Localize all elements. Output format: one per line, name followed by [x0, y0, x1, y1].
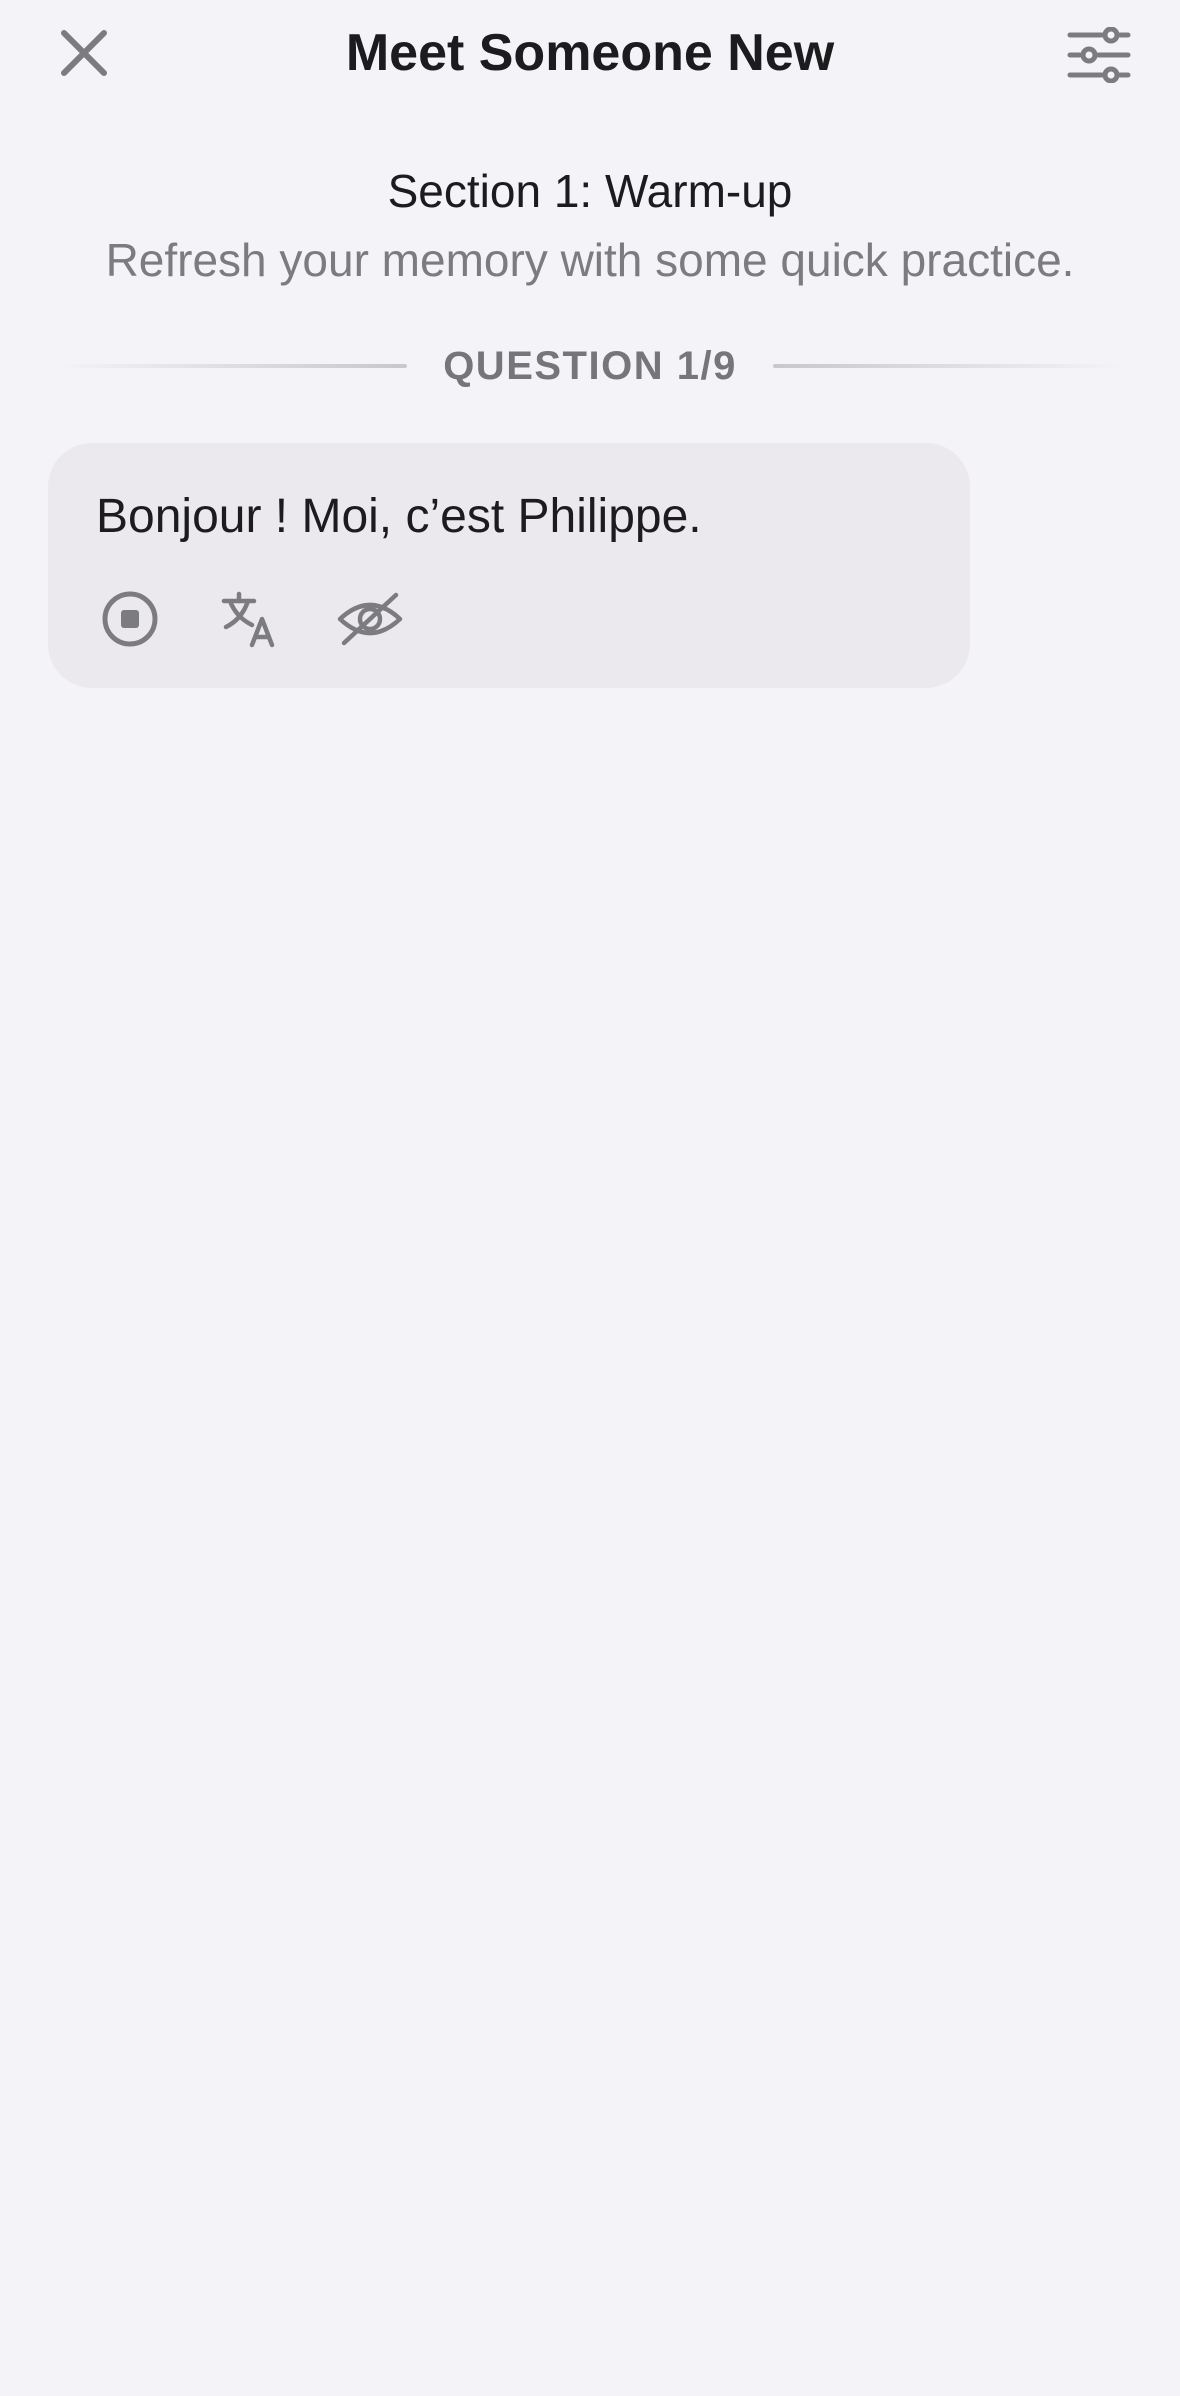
- divider-left: [56, 364, 408, 368]
- stop-icon: [102, 591, 158, 647]
- sliders-icon: [1067, 27, 1131, 83]
- stop-audio-button[interactable]: [92, 581, 168, 657]
- hide-text-button[interactable]: [332, 581, 408, 657]
- page-title: Meet Someone New: [345, 24, 835, 82]
- top-bar: Meet Someone New: [0, 0, 1180, 110]
- message-actions: [92, 581, 408, 657]
- section-subtitle: Refresh your memory with some quick prac…: [105, 234, 1075, 286]
- translate-icon: [221, 591, 275, 648]
- question-counter: QUESTION 1/9: [443, 343, 737, 388]
- close-button[interactable]: [48, 22, 120, 84]
- settings-button[interactable]: [1058, 20, 1140, 90]
- divider-right: [772, 364, 1124, 368]
- close-icon: [61, 30, 107, 76]
- message-text: Bonjour ! Moi, c’est Philippe.: [96, 490, 702, 543]
- eye-slash-icon: [337, 592, 403, 646]
- question-progress: QUESTION 1/9: [56, 338, 1124, 394]
- message-bubble: Bonjour ! Moi, c’est Philippe.: [48, 443, 970, 688]
- translate-button[interactable]: [212, 581, 288, 657]
- section-title: Section 1: Warm-up: [387, 165, 793, 217]
